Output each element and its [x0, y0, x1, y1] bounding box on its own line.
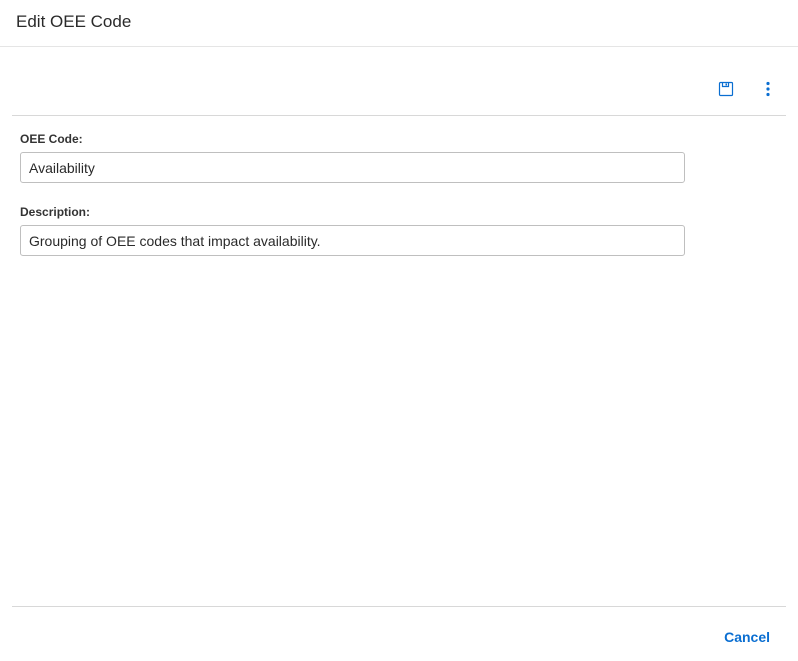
form-group-oee-code: OEE Code:	[20, 132, 778, 183]
oee-code-input[interactable]	[20, 152, 685, 183]
oee-code-label: OEE Code:	[20, 132, 778, 146]
description-input[interactable]	[20, 225, 685, 256]
description-label: Description:	[20, 205, 778, 219]
kebab-menu-icon	[766, 81, 770, 97]
cancel-button[interactable]: Cancel	[716, 625, 778, 649]
more-actions-button[interactable]	[758, 79, 778, 99]
dialog-header: Edit OEE Code	[0, 0, 798, 47]
page-title: Edit OEE Code	[16, 12, 782, 32]
save-icon	[718, 81, 734, 97]
save-button[interactable]	[716, 79, 736, 99]
toolbar	[0, 47, 798, 115]
form-group-description: Description:	[20, 205, 778, 256]
dialog-footer: Cancel	[12, 606, 786, 661]
form-area: OEE Code: Description:	[0, 116, 798, 294]
